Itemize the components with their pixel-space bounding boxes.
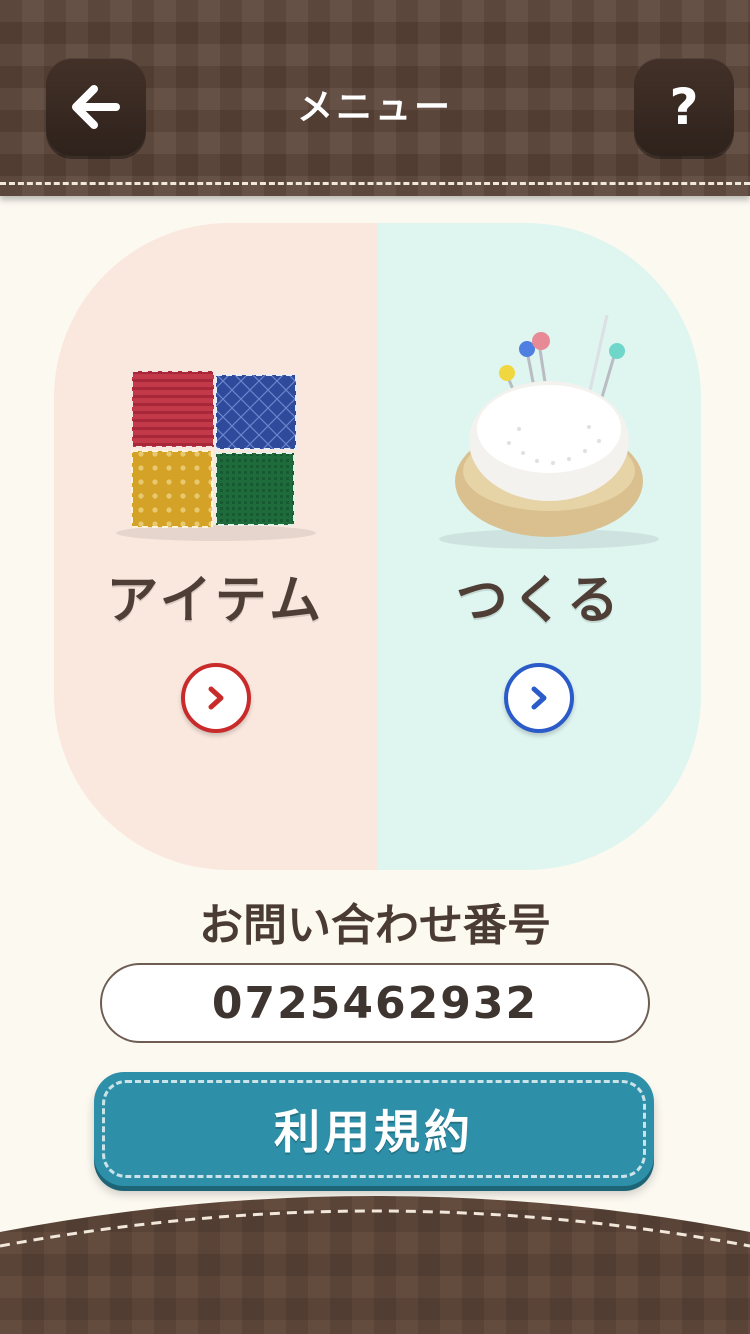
make-go-button[interactable] bbox=[504, 663, 575, 733]
arrow-left-icon bbox=[72, 85, 120, 129]
item-go-button[interactable] bbox=[180, 663, 251, 733]
terms-of-use-button[interactable]: 利用規約 bbox=[94, 1072, 654, 1186]
chevron-right-icon bbox=[531, 686, 547, 710]
terms-of-use-label: 利用規約 bbox=[274, 1105, 474, 1159]
chevron-right-icon bbox=[208, 686, 224, 710]
inquiry-number-value: 0725462932 bbox=[211, 977, 539, 1029]
back-button[interactable] bbox=[46, 58, 146, 156]
header-stitch-divider bbox=[0, 182, 750, 185]
menu-panel: アイテム つくる bbox=[54, 223, 701, 870]
help-button[interactable]: ? bbox=[634, 58, 734, 156]
item-menu-label: アイテム bbox=[106, 571, 326, 631]
inquiry-number-label: お問い合わせ番号 bbox=[199, 900, 551, 951]
make-menu-card[interactable]: つくる bbox=[377, 223, 701, 870]
item-menu-card[interactable]: アイテム bbox=[54, 223, 378, 870]
make-menu-label: つくる bbox=[455, 571, 623, 631]
help-icon: ? bbox=[669, 78, 699, 136]
pincushion-icon bbox=[439, 314, 660, 549]
page-title: メニュー bbox=[296, 87, 453, 128]
fabric-patches-icon bbox=[115, 370, 316, 541]
inquiry-number-field: 0725462932 bbox=[100, 963, 650, 1043]
header-bar: メニュー ? bbox=[0, 0, 750, 196]
